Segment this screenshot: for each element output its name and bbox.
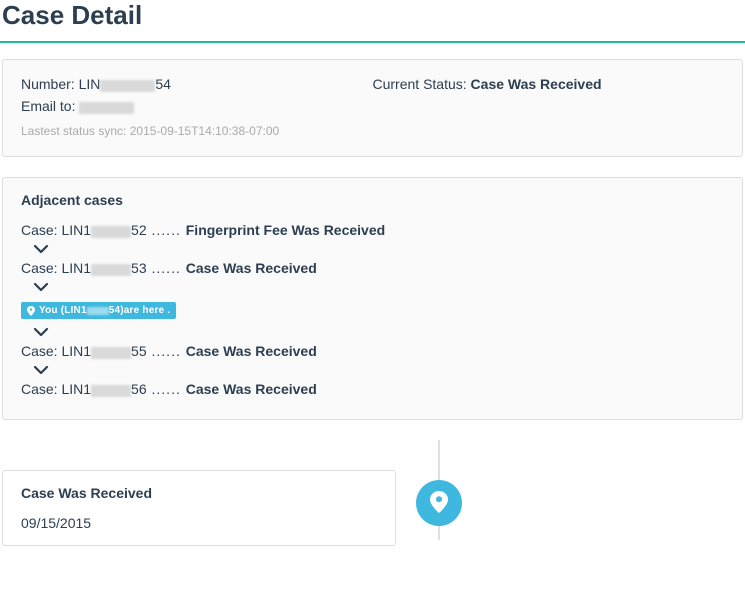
dots: ......	[147, 381, 186, 397]
chevron-down-icon	[33, 325, 724, 339]
chevron-down-icon	[33, 363, 724, 377]
status-line: Current Status: Case Was Received	[373, 76, 725, 92]
case-suffix: 56	[131, 381, 147, 397]
case-info-panel: Number: LIN 54 Email to: Current Status: …	[2, 59, 743, 157]
event-date: 09/15/2015	[21, 515, 377, 531]
case-prefix: Case: LIN1	[21, 260, 91, 276]
you-text-post: are here .	[124, 305, 170, 316]
case-number-suffix: 54	[155, 76, 171, 92]
pin-icon	[27, 306, 35, 316]
redacted	[91, 226, 131, 238]
redacted	[100, 80, 155, 92]
adjacent-case-row[interactable]: Case: LIN1 53 ...... Case Was Received	[21, 260, 724, 276]
case-suffix: 52	[131, 222, 147, 238]
case-status: Case Was Received	[186, 260, 317, 276]
case-prefix: Case: LIN1	[21, 381, 91, 397]
sync-line: Lastest status sync: 2015-09-15T14:10:38…	[21, 124, 724, 138]
pin-icon	[430, 491, 448, 516]
chevron-down-icon	[33, 242, 724, 256]
adjacent-case-row[interactable]: Case: LIN1 56 ...... Case Was Received	[21, 381, 724, 397]
dots: ......	[147, 222, 186, 238]
redacted	[91, 385, 131, 397]
chevron-down-icon	[33, 280, 724, 294]
adjacent-cases-panel: Adjacent cases Case: LIN1 52 ...... Finge…	[2, 177, 743, 420]
adjacent-case-row[interactable]: Case: LIN1 55 ...... Case Was Received	[21, 343, 724, 359]
case-prefix: Case: LIN1	[21, 222, 91, 238]
status-value: Case Was Received	[471, 76, 602, 92]
case-suffix: 53	[131, 260, 147, 276]
case-status: Case Was Received	[186, 381, 317, 397]
email-label: Email to:	[21, 98, 79, 114]
case-suffix: 55	[131, 343, 147, 359]
event-title: Case Was Received	[21, 485, 377, 501]
timeline-dot	[416, 480, 462, 526]
adjacent-case-row[interactable]: Case: LIN1 52 ...... Fingerprint Fee Was …	[21, 222, 724, 238]
redacted	[79, 102, 134, 114]
adjacent-title: Adjacent cases	[21, 192, 724, 208]
case-prefix: Case: LIN1	[21, 343, 91, 359]
dots: ......	[147, 343, 186, 359]
timeline-event-card: Case Was Received 09/15/2015	[2, 470, 396, 546]
redacted	[87, 307, 109, 315]
case-number-label: Number: LIN	[21, 76, 100, 92]
title-underline	[0, 41, 745, 43]
timeline: Case Was Received 09/15/2015	[2, 440, 743, 540]
you-suffix: 54)	[109, 305, 124, 316]
redacted	[91, 264, 131, 276]
page-title: Case Detail	[0, 0, 745, 31]
you-are-here-marker: You (LIN1 54) are here .	[21, 302, 176, 319]
redacted	[91, 347, 131, 359]
sync-value: 2015-09-15T14:10:38-07:00	[130, 124, 279, 138]
case-number-line: Number: LIN 54	[21, 76, 373, 92]
status-label: Current Status:	[373, 76, 471, 92]
you-text-pre: You (LIN1	[39, 305, 87, 316]
case-status: Fingerprint Fee Was Received	[186, 222, 385, 238]
email-line: Email to:	[21, 98, 373, 114]
dots: ......	[147, 260, 186, 276]
case-status: Case Was Received	[186, 343, 317, 359]
sync-prefix: Lastest status sync:	[21, 124, 130, 138]
